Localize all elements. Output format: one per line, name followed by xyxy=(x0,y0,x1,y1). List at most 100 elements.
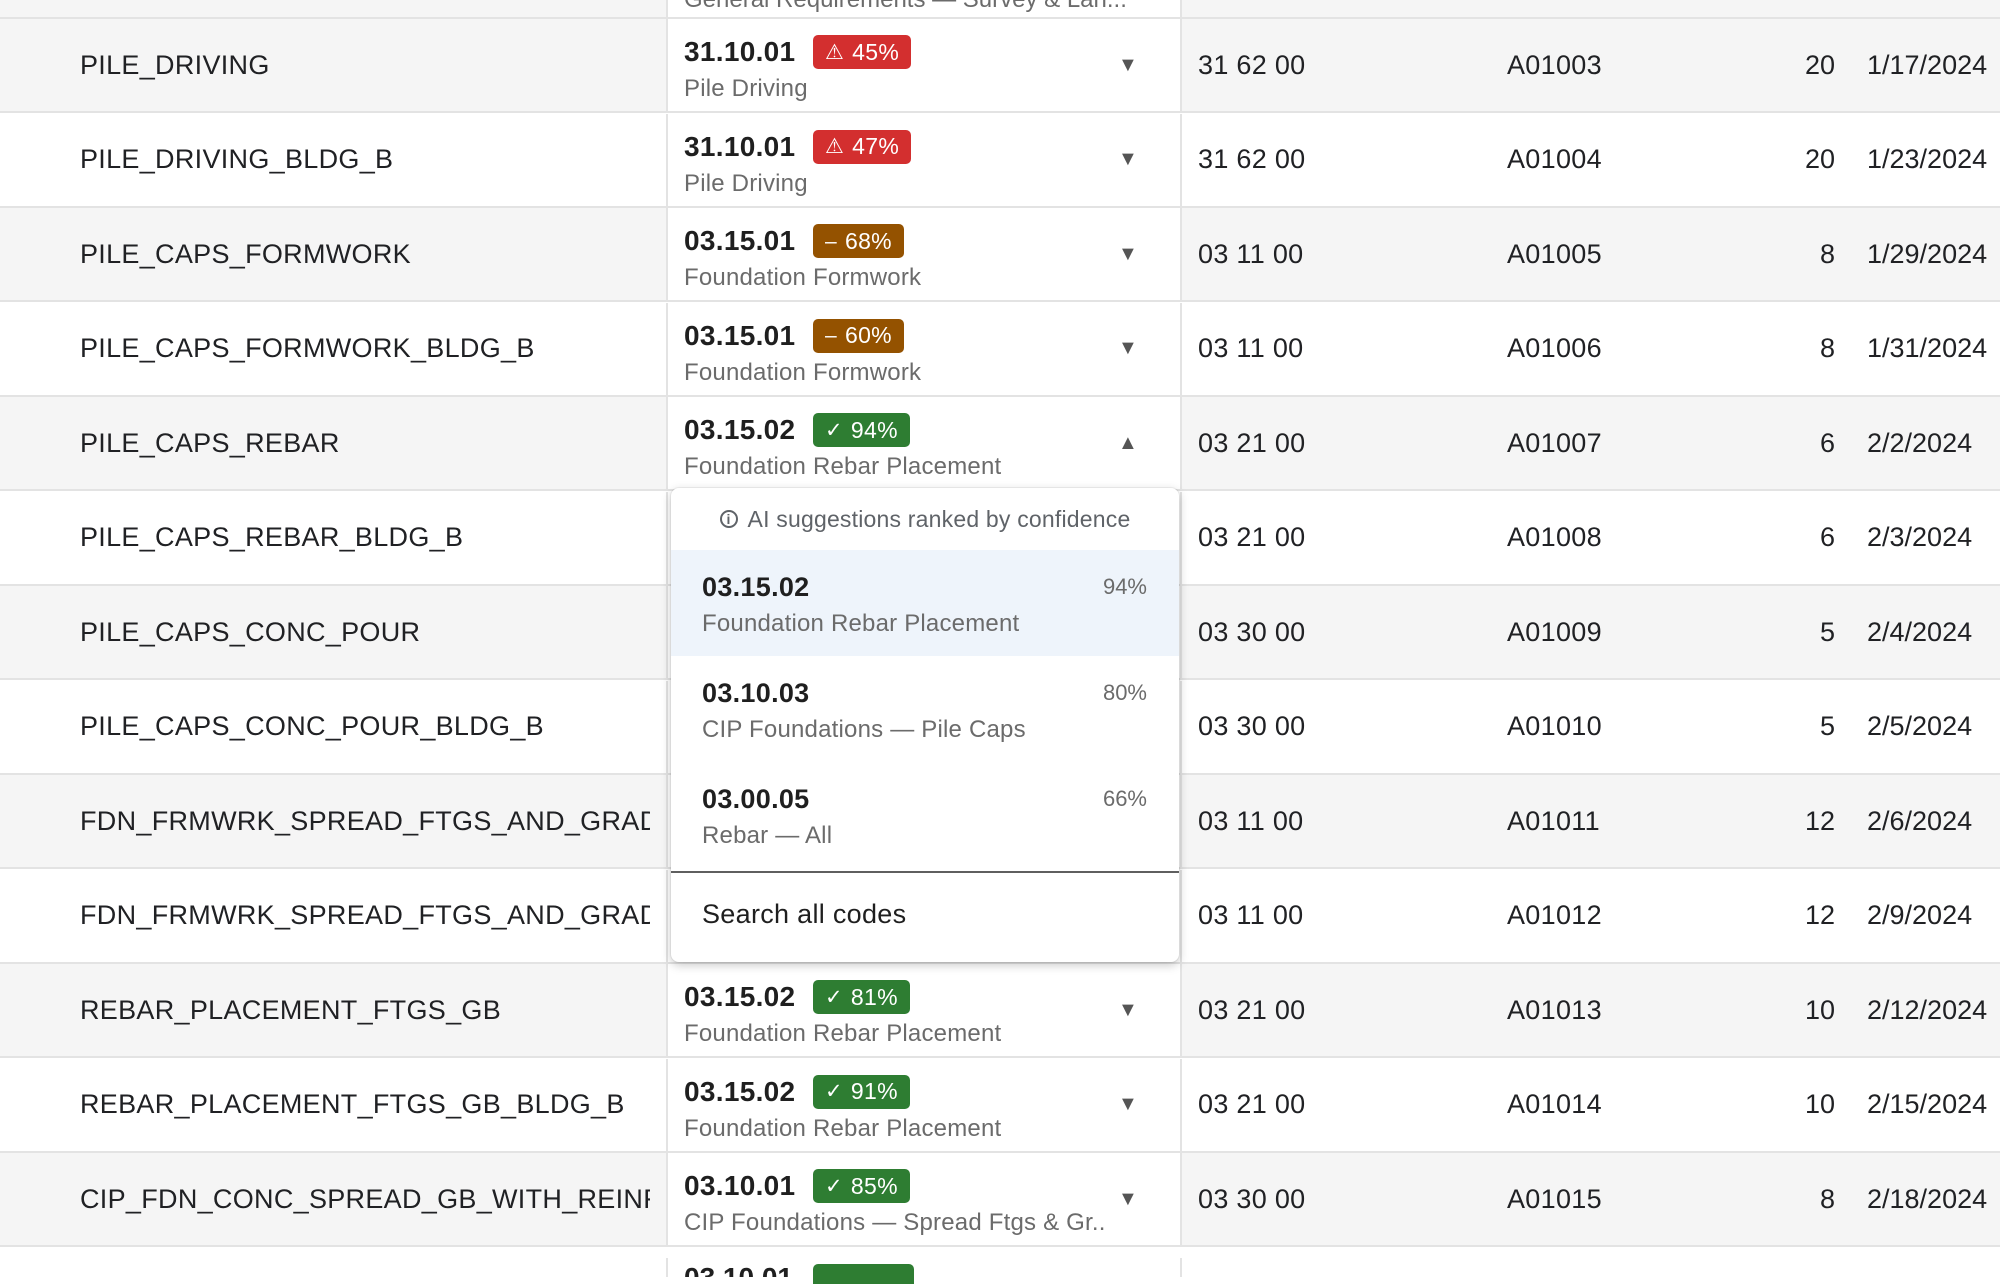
dropdown-option[interactable]: 03.10.03 CIP Foundations — Pile Caps 80% xyxy=(671,656,1179,762)
confidence-value: 68% xyxy=(844,227,892,254)
dropdown-hint: i AI suggestions ranked by confidence xyxy=(671,488,1179,550)
activity-id: A01003 xyxy=(1507,49,1602,80)
option-description: Foundation Rebar Placement xyxy=(702,610,1020,637)
start-date: 2/4/2024 xyxy=(1867,616,1973,647)
chevron-down-icon[interactable]: ▼ xyxy=(1118,1153,1138,1245)
code-number: 03.15.02 xyxy=(684,981,796,1012)
duration: 6 xyxy=(1819,427,1835,458)
column-divider xyxy=(1180,775,1182,867)
confidence-value: 85% xyxy=(850,1172,898,1199)
activity-id: A01006 xyxy=(1507,333,1602,363)
column-divider xyxy=(1180,0,1182,17)
table-row[interactable]: CIP_FDN_CONC_SPREAD_GB_WITH_REINF... 03.1… xyxy=(0,1153,2000,1247)
table-row[interactable]: REBAR_PLACEMENT_FTGS_GB_BLDG_B 03.15.02 ✓ 9… xyxy=(0,1058,2000,1153)
column-divider xyxy=(666,397,668,489)
csi-code: 03 11 00 xyxy=(1198,900,1304,930)
csi-code: 03 30 00 xyxy=(1198,711,1306,741)
start-date: 1/31/2024 xyxy=(1867,333,1988,363)
check-icon: ✓ xyxy=(825,418,843,442)
activity-id: A01011 xyxy=(1507,805,1600,836)
start-date: 2/2/2024 xyxy=(1867,427,1973,458)
start-date: 1/29/2024 xyxy=(1867,238,1988,269)
table-row[interactable]: REBAR_PLACEMENT_FTGS_GB 03.15.02 ✓ 81% Found… xyxy=(0,964,2000,1058)
activity-name: REBAR_PLACEMENT_FTGS_GB_BLDG_B xyxy=(80,1089,625,1119)
chevron-down-icon[interactable]: ▼ xyxy=(1118,303,1138,395)
activity-name: PILE_CAPS_REBAR_BLDG_B xyxy=(80,522,464,552)
activity-name: PILE_DRIVING_BLDG_B xyxy=(80,144,394,174)
column-divider xyxy=(666,586,668,678)
start-date: 2/12/2024 xyxy=(1867,994,1988,1025)
chevron-down-icon[interactable]: ▼ xyxy=(1118,208,1138,300)
check-icon: ✓ xyxy=(825,1174,843,1198)
duration: 8 xyxy=(1819,1183,1835,1214)
dropdown-option[interactable]: 03.00.05 Rebar — All 66% xyxy=(671,762,1179,868)
chevron-down-icon[interactable]: ▼ xyxy=(1118,1059,1138,1151)
duration: 10 xyxy=(1804,994,1835,1025)
duration: 12 xyxy=(1804,805,1835,836)
code-description: Foundation Rebar Placement xyxy=(684,1114,1002,1142)
start-date: 2/3/2024 xyxy=(1867,522,1973,552)
start-date: 1/17/2024 xyxy=(1867,49,1988,80)
code-number: 03.10.01 xyxy=(684,1170,796,1201)
column-divider xyxy=(1180,113,1182,206)
duration: 8 xyxy=(1819,238,1835,269)
column-divider xyxy=(666,491,668,584)
duration: 6 xyxy=(1819,522,1835,552)
dash-icon: – xyxy=(825,229,837,253)
duration: 5 xyxy=(1819,711,1835,741)
chevron-up-icon[interactable]: ▲ xyxy=(1118,397,1138,489)
csi-code: 03 30 00 xyxy=(1198,1183,1306,1214)
csi-code: 03 11 00 xyxy=(1198,333,1304,363)
option-code: 03.10.03 xyxy=(702,678,810,708)
column-divider xyxy=(666,302,668,395)
table-row[interactable]: PILE_DRIVING 31.10.01 ⚠ 45% Pile Driving ▼ 31 … xyxy=(0,19,2000,113)
csi-code: 03 21 00 xyxy=(1198,522,1306,552)
column-divider xyxy=(1180,1058,1182,1151)
start-date: 2/15/2024 xyxy=(1867,1089,1988,1119)
code-number: 03.15.02 xyxy=(684,414,796,445)
csi-code: 31 62 00 xyxy=(1198,144,1306,174)
confidence-badge: ✓ 94% xyxy=(813,413,910,447)
chevron-down-icon[interactable]: ▼ xyxy=(1118,19,1138,111)
column-divider xyxy=(666,208,668,300)
code-description: Foundation Formwork xyxy=(684,358,922,386)
code-number: 03.10.01 xyxy=(684,1262,793,1277)
table-row-partial-bottom: 03.10.01 xyxy=(0,1258,2000,1284)
csi-code: 03 11 00 xyxy=(1198,238,1304,269)
confidence-value: 94% xyxy=(850,416,898,443)
search-all-codes-button[interactable]: Search all codes xyxy=(671,873,1179,955)
table-row-partial-top: General Requirements — Survey & Lan... xyxy=(0,0,2000,19)
table-row[interactable]: PILE_DRIVING_BLDG_B 31.10.01 ⚠ 47% Pile Driv… xyxy=(0,113,2000,208)
column-divider xyxy=(1180,1153,1182,1245)
confidence-badge xyxy=(813,1264,914,1284)
start-date: 2/5/2024 xyxy=(1867,711,1973,741)
table-row[interactable]: PILE_CAPS_FORMWORK_BLDG_B 03.15.01 –60% Fou… xyxy=(0,302,2000,397)
activity-id: A01015 xyxy=(1507,1183,1602,1214)
table-row[interactable]: PILE_CAPS_FORMWORK 03.15.01 –68% Foundation… xyxy=(0,208,2000,302)
activity-name: PILE_CAPS_FORMWORK_BLDG_B xyxy=(80,333,535,363)
column-divider xyxy=(666,1153,668,1245)
activity-id: A01013 xyxy=(1507,994,1602,1025)
warning-icon: ⚠ xyxy=(825,135,845,158)
code-description: Foundation Rebar Placement xyxy=(684,453,1002,480)
dropdown-hint-text: AI suggestions ranked by confidence xyxy=(747,505,1131,532)
table-row[interactable]: PILE_CAPS_REBAR 03.15.02 ✓ 94% Foundation Re… xyxy=(0,397,2000,491)
column-divider xyxy=(1180,1258,1182,1277)
code-number: 03.15.01 xyxy=(684,319,796,351)
activity-name: PILE_CAPS_CONC_POUR_BLDG_B xyxy=(80,711,544,741)
chevron-down-icon[interactable]: ▼ xyxy=(1118,964,1138,1056)
dropdown-option[interactable]: 03.15.02 Foundation Rebar Placement 94% xyxy=(671,550,1179,656)
check-icon: ✓ xyxy=(825,985,843,1009)
activity-id: A01008 xyxy=(1507,522,1602,552)
confidence-value: 47% xyxy=(852,133,900,159)
info-icon: i xyxy=(719,510,738,528)
activity-name: PILE_CAPS_FORMWORK xyxy=(80,238,411,269)
activity-id: A01004 xyxy=(1507,144,1602,174)
activity-name: PILE_CAPS_REBAR xyxy=(80,427,340,458)
activity-id: A01012 xyxy=(1507,900,1602,930)
activity-id: A01005 xyxy=(1507,238,1602,269)
chevron-down-icon[interactable]: ▼ xyxy=(1118,114,1138,206)
option-description: Rebar — All xyxy=(702,822,833,849)
csi-code: 31 62 00 xyxy=(1198,49,1306,80)
start-date: 2/18/2024 xyxy=(1867,1183,1988,1214)
